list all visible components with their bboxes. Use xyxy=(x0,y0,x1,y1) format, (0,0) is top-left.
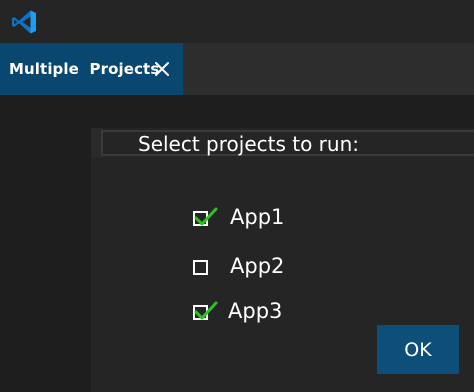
vscode-logo-icon xyxy=(12,10,36,34)
select-projects-dialog: Select projects to run: App1 App2 App3 O… xyxy=(91,128,474,392)
check-mark-icon xyxy=(194,207,218,226)
check-mark-icon xyxy=(194,301,218,320)
app1-label: App1 xyxy=(230,205,285,229)
dialog-title: Select projects to run: xyxy=(138,132,359,156)
app3-checkbox[interactable] xyxy=(193,301,218,320)
app2-checkbox[interactable] xyxy=(193,260,208,275)
tab-bar: Multiple Projects xyxy=(0,43,474,95)
app1-checkbox[interactable] xyxy=(193,207,218,226)
dialog-header: Select projects to run: xyxy=(91,128,474,158)
app2-label: App2 xyxy=(230,254,285,278)
tab-multiple-projects[interactable]: Multiple Projects xyxy=(0,43,183,95)
app3-label: App3 xyxy=(228,299,283,323)
title-bar xyxy=(0,0,474,43)
ok-button[interactable]: OK xyxy=(377,325,459,374)
tab-label: Multiple Projects xyxy=(9,60,160,78)
close-icon[interactable] xyxy=(153,60,171,78)
